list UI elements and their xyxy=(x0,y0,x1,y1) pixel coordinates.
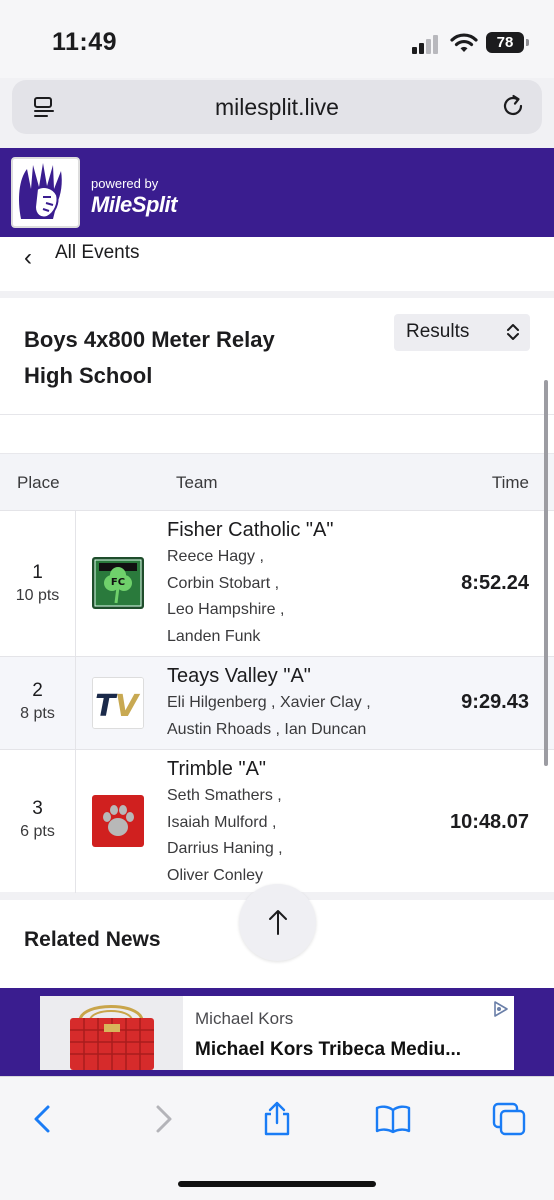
athlete-name[interactable]: Darrius Haning , xyxy=(167,836,283,863)
athlete-list: Seth Smathers , Isaiah Mulford , Darrius… xyxy=(167,783,283,889)
place-number: 3 xyxy=(32,798,43,819)
back-to-events-link[interactable]: ‹ All Events xyxy=(0,237,554,291)
arrow-up-icon xyxy=(269,910,287,935)
battery-icon: 78 xyxy=(486,32,529,53)
results-table: Place Team Time 1 10 pts FC Fisher Catho… xyxy=(0,453,554,893)
athlete-name[interactable]: Seth Smathers , xyxy=(167,783,283,810)
place-cell: 3 6 pts xyxy=(0,750,76,893)
status-time: 11:49 xyxy=(52,28,118,56)
ad-brand[interactable]: Michael Kors xyxy=(195,1009,293,1029)
cellular-signal-icon xyxy=(412,34,442,54)
divider xyxy=(0,414,554,415)
place-points: 6 pts xyxy=(20,823,55,840)
event-title-line-2: High School xyxy=(24,363,153,388)
svg-text:V: V xyxy=(115,689,141,724)
header-place: Place xyxy=(17,473,60,492)
milesplit-logo[interactable]: MileSplit xyxy=(91,192,177,218)
ad-unit[interactable]: Michael Kors Michael Kors Tribeca Mediu.… xyxy=(40,996,514,1070)
finish-time: 10:48.07 xyxy=(450,811,529,833)
related-news-title: Related News xyxy=(24,928,161,951)
event-results-card: Boys 4x800 Meter Relay High School Resul… xyxy=(0,298,554,893)
tabs-icon[interactable] xyxy=(491,1101,527,1137)
forward-icon[interactable] xyxy=(145,1101,181,1137)
scrollbar[interactable] xyxy=(544,380,548,766)
athlete-list: Eli Hilgenberg , Xavier Clay , Austin Rh… xyxy=(167,690,371,743)
event-title: Boys 4x800 Meter Relay High School xyxy=(24,322,354,394)
place-number: 1 xyxy=(32,562,43,583)
handbag-image[interactable] xyxy=(40,996,183,1070)
adchoices-icon[interactable] xyxy=(492,1000,510,1018)
finish-time: 9:29.43 xyxy=(461,691,529,713)
ad-banner: Michael Kors Michael Kors Tribeca Mediu.… xyxy=(0,988,554,1076)
view-select-value[interactable]: Results xyxy=(406,321,469,343)
team-name[interactable]: Teays Valley "A" xyxy=(167,665,311,688)
table-row[interactable]: 2 8 pts T V Teays Valley "A" Eli Hilgenb… xyxy=(0,656,554,749)
athlete-name[interactable]: Leo Hampshire , xyxy=(167,597,284,624)
powered-by-text: powered by xyxy=(91,176,159,191)
reload-icon[interactable] xyxy=(500,93,526,119)
bookmarks-icon[interactable] xyxy=(375,1101,411,1137)
athlete-name[interactable]: Reece Hagy , xyxy=(167,544,284,571)
ad-title[interactable]: Michael Kors Tribeca Mediu... xyxy=(195,1039,495,1061)
scroll-to-top-button[interactable] xyxy=(239,884,316,961)
place-number: 2 xyxy=(32,680,43,701)
share-icon[interactable] xyxy=(259,1101,295,1137)
svg-text:FC: FC xyxy=(111,577,125,588)
chevron-up-down-icon xyxy=(507,324,519,340)
tv-logo-icon: T V xyxy=(92,677,144,729)
wifi-icon xyxy=(450,33,478,52)
status-bar: 11:49 78 xyxy=(0,0,554,78)
school-logo[interactable] xyxy=(11,157,80,228)
site-header: powered by MileSplit xyxy=(0,148,554,237)
table-row[interactable]: 3 6 pts Trimble "A" Seth Smathers , Isai… xyxy=(0,749,554,893)
back-icon[interactable] xyxy=(25,1101,61,1137)
athlete-list: Reece Hagy , Corbin Stobart , Leo Hampsh… xyxy=(167,544,284,650)
athlete-name[interactable]: Corbin Stobart , xyxy=(167,571,284,598)
url-text[interactable]: milesplit.live xyxy=(12,94,542,121)
place-cell: 1 10 pts xyxy=(0,511,76,656)
chevron-left-icon: ‹ xyxy=(24,244,32,271)
table-row[interactable]: 1 10 pts FC Fisher Catholic "A" Reece Ha… xyxy=(0,510,554,656)
paw-logo-icon xyxy=(92,795,144,847)
athlete-name[interactable]: Landen Funk xyxy=(167,624,284,651)
place-cell: 2 8 pts xyxy=(0,657,76,749)
header-team: Team xyxy=(176,473,218,492)
back-label[interactable]: All Events xyxy=(55,242,139,264)
address-bar[interactable]: milesplit.live xyxy=(12,80,542,134)
athlete-name[interactable]: Austin Rhoads , Ian Duncan xyxy=(167,717,371,744)
finish-time: 8:52.24 xyxy=(461,572,529,594)
view-select[interactable]: Results xyxy=(394,314,530,351)
event-title-line-1: Boys 4x800 Meter Relay xyxy=(24,327,275,352)
team-name[interactable]: Fisher Catholic "A" xyxy=(167,519,333,542)
place-points: 8 pts xyxy=(20,705,55,722)
screen: 11:49 78 milesplit.live powered by MileS… xyxy=(0,0,554,1200)
shamrock-logo-icon: FC xyxy=(92,557,144,609)
header-time: Time xyxy=(491,473,529,492)
team-name[interactable]: Trimble "A" xyxy=(167,758,266,781)
athlete-name[interactable]: Eli Hilgenberg , Xavier Clay , xyxy=(167,690,371,717)
athlete-name[interactable]: Isaiah Mulford , xyxy=(167,810,283,837)
place-points: 10 pts xyxy=(15,587,60,604)
table-header: Place Team Time xyxy=(0,453,554,510)
home-indicator xyxy=(178,1181,376,1187)
